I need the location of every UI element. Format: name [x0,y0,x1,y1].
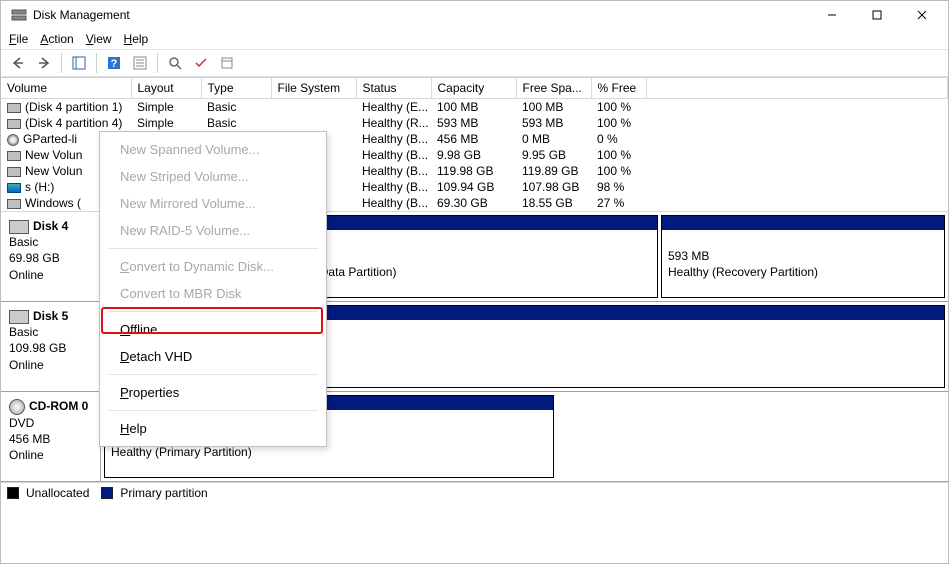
legend: Unallocated Primary partition [1,482,948,502]
col-layout[interactable]: Layout [131,78,201,99]
context-menu-separator [108,248,318,249]
menu-action[interactable]: Action [40,32,73,46]
menu-file[interactable]: File [9,32,28,46]
view-tree-icon[interactable] [68,52,90,74]
partition-status: Healthy (Recovery Partition) [668,265,818,279]
back-button[interactable] [7,52,29,74]
maximize-button[interactable] [854,1,899,29]
disk-size: 69.98 GB [9,251,60,265]
col-pctfree[interactable]: % Free [591,78,646,99]
volume-icon [7,134,19,146]
window-title: Disk Management [33,8,809,22]
disk-name: Disk 4 [33,219,68,233]
context-menu-separator [108,374,318,375]
legend-label-primary: Primary partition [120,486,207,500]
context-menu-item[interactable]: Offline [100,316,326,343]
close-button[interactable] [899,1,944,29]
disk-state: Online [9,448,44,462]
disk-state: Online [9,358,44,372]
partition-recovery[interactable]: 593 MB Healthy (Recovery Partition) [661,215,945,298]
disk-state: Online [9,268,44,282]
context-menu-item[interactable]: Detach VHD [100,343,326,370]
volume-icon [7,119,21,129]
volume-icon [7,199,21,209]
menu-bar: File Action View Help [1,29,948,49]
context-menu-item: Convert to Dynamic Disk... [100,253,326,280]
context-menu-item: New RAID-5 Volume... [100,217,326,244]
col-volume[interactable]: Volume [1,78,131,99]
volume-icon [7,151,21,161]
forward-button[interactable] [33,52,55,74]
disk-icon [9,310,29,324]
context-menu-item: New Striped Volume... [100,163,326,190]
disk-info-cdrom0: CD-ROM 0 DVD 456 MB Online [1,392,101,481]
context-menu-item[interactable]: Properties [100,379,326,406]
context-menu-item: Convert to MBR Disk [100,280,326,307]
col-type[interactable]: Type [201,78,271,99]
context-menu-separator [108,410,318,411]
help-icon[interactable]: ? [103,52,125,74]
legend-swatch-unallocated [7,487,19,499]
properties-icon[interactable] [216,52,238,74]
disk-name: CD-ROM 0 [29,399,88,413]
table-header-row: Volume Layout Type File System Status Ca… [1,78,948,99]
disk-name: Disk 5 [33,309,68,323]
table-row[interactable]: (Disk 4 partition 1)SimpleBasicHealthy (… [1,99,948,116]
disk-type: DVD [9,416,34,430]
partition-status: Healthy (Primary Partition) [111,445,252,459]
disk-info-disk4: Disk 4 Basic 69.98 GB Online [1,212,101,301]
legend-swatch-primary [101,487,113,499]
col-filesystem[interactable]: File System [271,78,356,99]
disk-type: Basic [9,325,38,339]
legend-label-unallocated: Unallocated [26,486,89,500]
svg-text:?: ? [111,58,118,70]
table-row[interactable]: (Disk 4 partition 4)SimpleBasicHealthy (… [1,115,948,131]
menu-help[interactable]: Help [124,32,149,46]
col-capacity[interactable]: Capacity [431,78,516,99]
volume-icon [7,167,21,177]
partition-size: 593 MB [668,249,709,263]
context-menu-item: New Mirrored Volume... [100,190,326,217]
disk-icon [9,220,29,234]
col-freespace[interactable]: Free Spa... [516,78,591,99]
disk-type: Basic [9,235,38,249]
disk-size: 456 MB [9,432,50,446]
context-menu-separator [108,311,318,312]
volume-icon [7,103,21,113]
menu-view[interactable]: View [86,32,112,46]
col-status[interactable]: Status [356,78,431,99]
find-icon[interactable] [164,52,186,74]
toolbar: ? [1,49,948,77]
volume-icon [7,183,21,193]
context-menu-item[interactable]: Help [100,415,326,442]
app-icon [11,7,27,23]
settings-list-icon[interactable] [129,52,151,74]
disk-info-disk5: Disk 5 Basic 109.98 GB Online [1,302,101,391]
checklist-icon[interactable] [190,52,212,74]
title-bar: Disk Management [1,1,948,29]
disk-size: 109.98 GB [9,341,66,355]
context-menu: New Spanned Volume...New Striped Volume.… [99,131,327,447]
context-menu-item: New Spanned Volume... [100,136,326,163]
minimize-button[interactable] [809,1,854,29]
cdrom-icon [9,399,25,415]
